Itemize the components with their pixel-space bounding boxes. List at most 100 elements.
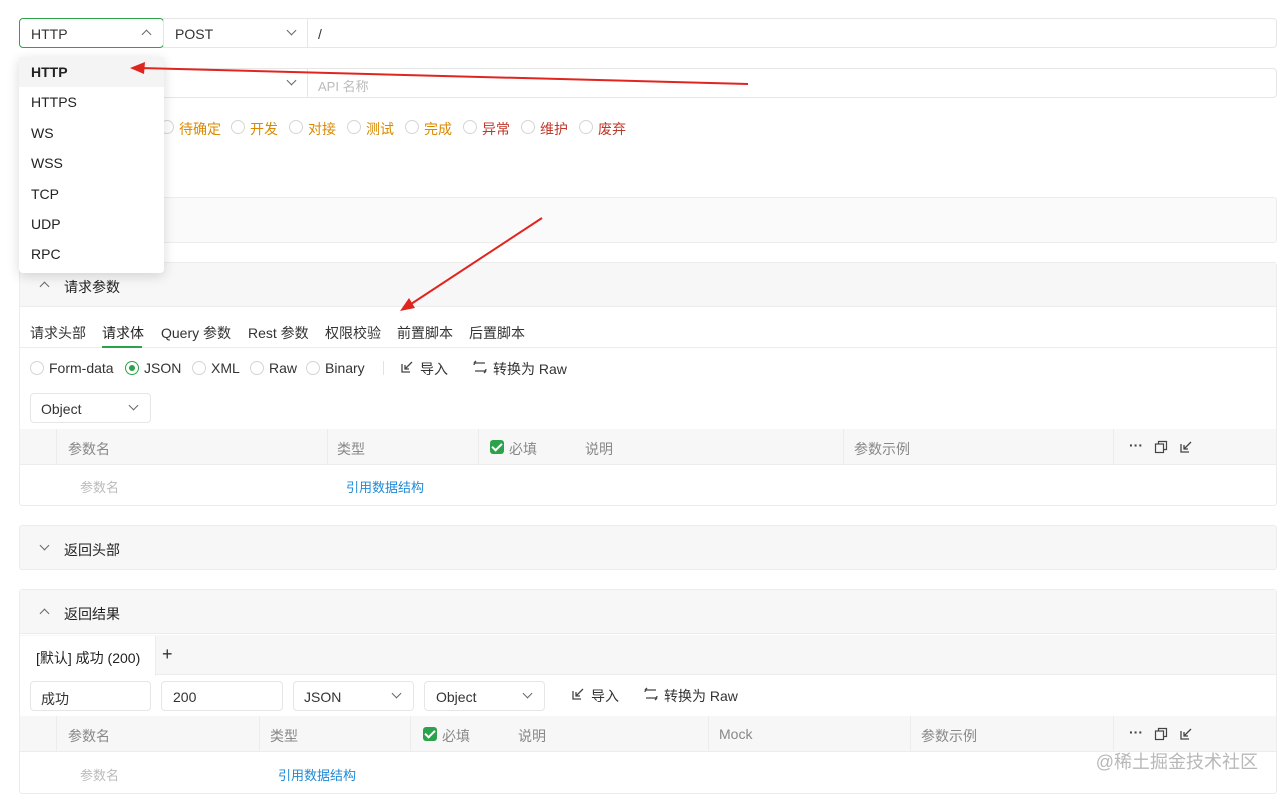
response-name-input[interactable]: 成功: [30, 681, 151, 711]
tab-5[interactable]: 前置脚本: [397, 323, 453, 343]
status-label: 维护: [540, 121, 568, 137]
body-type-label: Binary: [325, 360, 365, 376]
body-type-label: JSON: [144, 360, 182, 376]
body-type-radio[interactable]: [125, 361, 139, 375]
request-params-header[interactable]: 请求参数: [20, 263, 1276, 307]
tab-0[interactable]: 请求头部: [30, 323, 86, 343]
body-type-radio[interactable]: [30, 361, 44, 375]
add-tab-button[interactable]: +: [162, 644, 173, 665]
response-tab-default[interactable]: [默认] 成功 (200): [20, 636, 156, 676]
status-radio[interactable]: [521, 120, 535, 134]
protocol-option-rpc[interactable]: RPC: [19, 239, 164, 269]
content-type-select[interactable]: JSON: [293, 681, 414, 711]
response-tab-bar: [默认] 成功 (200) +: [20, 635, 1276, 676]
col-required: 必填: [442, 728, 470, 744]
status-radio[interactable]: [231, 120, 245, 134]
folder-select[interactable]: [163, 68, 308, 98]
protocol-option-udp[interactable]: UDP: [19, 209, 164, 239]
section-title: 返回结果: [64, 606, 120, 622]
response-table-header: 参数名 类型 必填 说明 Mock 参数示例 ···: [20, 716, 1276, 752]
col-type: 类型: [270, 728, 298, 744]
table-row: 参数名 引用数据结构: [20, 466, 1276, 504]
col-example: 参数示例: [921, 728, 977, 744]
convert-label: 转换为 Raw: [664, 688, 738, 704]
protocol-option-ws[interactable]: WS: [19, 118, 164, 148]
more-icon[interactable]: ···: [1129, 724, 1143, 740]
chevron-up-icon: [39, 281, 50, 292]
import-icon[interactable]: [1179, 727, 1193, 741]
api-name-input[interactable]: API 名称: [307, 68, 1277, 98]
body-type-option[interactable]: Form-data: [30, 358, 120, 380]
status-option[interactable]: 废弃: [579, 117, 637, 139]
status-option[interactable]: 待确定: [160, 117, 231, 139]
path-value: /: [318, 26, 322, 42]
protocol-option-tcp[interactable]: TCP: [19, 179, 164, 209]
protocol-option-wss[interactable]: WSS: [19, 148, 164, 178]
path-input[interactable]: /: [307, 18, 1277, 48]
status-label: 对接: [308, 121, 336, 137]
status-radio[interactable]: [579, 120, 593, 134]
status-option[interactable]: 对接: [289, 117, 347, 139]
body-type-radio[interactable]: [250, 361, 264, 375]
chevron-down-icon: [286, 75, 297, 86]
status-radio[interactable]: [463, 120, 477, 134]
status-label: 废弃: [598, 121, 626, 137]
protocol-select[interactable]: HTTP: [19, 18, 164, 48]
convert-raw-button[interactable]: 转换为 Raw: [643, 685, 743, 707]
col-required: 必填: [509, 441, 537, 457]
status-radio[interactable]: [405, 120, 419, 134]
copy-icon[interactable]: [1154, 727, 1168, 741]
col-desc: 说明: [518, 728, 546, 744]
body-root-type-select[interactable]: Object: [30, 393, 151, 423]
more-icon[interactable]: ···: [1129, 437, 1143, 453]
root-type-value: Object: [41, 401, 82, 417]
col-name: 参数名: [68, 441, 110, 457]
copy-icon[interactable]: [1154, 440, 1168, 454]
response-root-type-select[interactable]: Object: [424, 681, 545, 711]
col-mock: Mock: [719, 726, 753, 742]
status-option[interactable]: 异常: [463, 117, 521, 139]
param-name-input[interactable]: 参数名: [80, 765, 119, 784]
response-result-header[interactable]: 返回结果: [20, 590, 1276, 634]
ref-schema-link[interactable]: 引用数据结构: [278, 765, 356, 784]
tab-3[interactable]: Rest 参数: [248, 323, 309, 343]
table-row: 参数名 引用数据结构: [20, 753, 1276, 791]
body-type-label: Raw: [269, 360, 298, 376]
col-example: 参数示例: [854, 441, 910, 457]
status-option[interactable]: 测试: [347, 117, 405, 139]
import-icon: [401, 361, 413, 373]
response-headers-header[interactable]: 返回头部: [19, 525, 1277, 570]
protocol-option-http[interactable]: HTTP: [19, 57, 164, 87]
swap-icon: [473, 360, 487, 374]
body-type-radio[interactable]: [192, 361, 206, 375]
content-type-value: JSON: [304, 689, 342, 705]
import-icon[interactable]: [1179, 440, 1193, 454]
col-desc: 说明: [585, 441, 613, 457]
import-button[interactable]: 导入: [399, 358, 459, 380]
chevron-up-icon: [39, 608, 50, 619]
chevron-down-icon: [128, 400, 139, 411]
body-type-radio[interactable]: [306, 361, 320, 375]
protocol-option-https[interactable]: HTTPS: [19, 87, 164, 117]
section-title: 返回头部: [64, 542, 120, 558]
tab-1[interactable]: 请求体: [102, 323, 144, 343]
status-radio[interactable]: [289, 120, 303, 134]
status-option[interactable]: 完成: [405, 117, 463, 139]
param-name-input[interactable]: 参数名: [80, 477, 119, 496]
status-radio[interactable]: [347, 120, 361, 134]
tab-2[interactable]: Query 参数: [161, 323, 231, 343]
response-name-value: 成功: [41, 691, 69, 707]
tab-6[interactable]: 后置脚本: [469, 323, 525, 343]
convert-raw-button[interactable]: 转换为 Raw: [472, 358, 572, 380]
status-option[interactable]: 开发: [231, 117, 289, 139]
method-select[interactable]: POST: [163, 18, 308, 48]
tab-4[interactable]: 权限校验: [325, 323, 381, 343]
import-button[interactable]: 导入: [570, 685, 630, 707]
required-checkbox[interactable]: [423, 727, 437, 741]
status-code-input[interactable]: 200: [161, 681, 283, 711]
import-label: 导入: [591, 688, 619, 704]
ref-schema-link[interactable]: 引用数据结构: [346, 477, 424, 496]
required-checkbox[interactable]: [490, 440, 504, 454]
status-option[interactable]: 维护: [521, 117, 579, 139]
status-label: 测试: [366, 121, 394, 137]
